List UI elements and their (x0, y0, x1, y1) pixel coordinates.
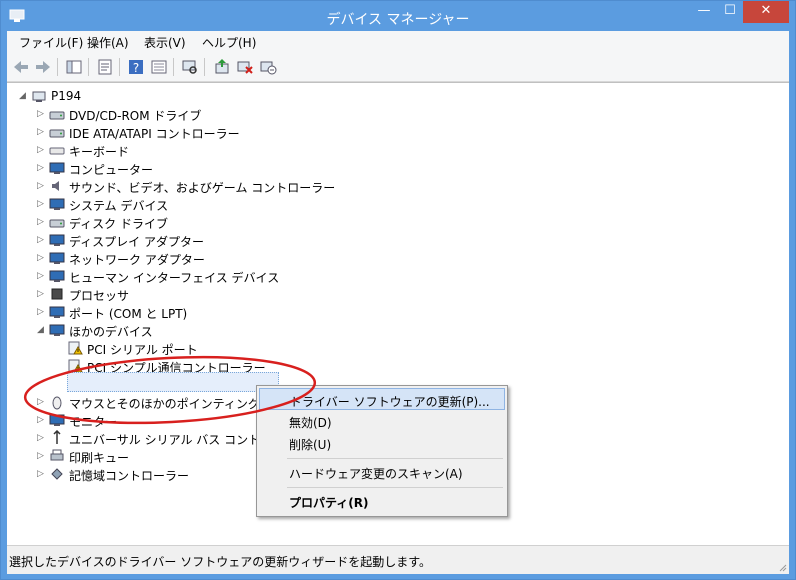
expand-arrow-icon[interactable]: ▷ (37, 125, 47, 139)
status-bar: 選択したデバイスのドライバー ソフトウェアの更新ウィザードを起動します。 (7, 545, 789, 574)
expand-arrow-icon[interactable]: ▷ (37, 215, 47, 229)
expand-arrow-icon[interactable]: ▷ (37, 449, 47, 463)
expand-arrow-icon[interactable]: ▷ (37, 251, 47, 265)
tree-item-label: サウンド、ビデオ、およびゲーム コントローラー (69, 181, 336, 195)
context-item-update-driver[interactable]: ドライバー ソフトウェアの更新(P)... (259, 388, 505, 410)
expand-arrow-icon[interactable]: ▷ (37, 143, 47, 157)
window-title: デバイス マネージャー (326, 12, 470, 28)
context-menu: ドライバー ソフトウェアの更新(P)... 無効(D) 削除(U) ハードウェア… (256, 385, 508, 517)
title-bar[interactable]: デバイス マネージャー — ☐ ✕ (1, 1, 795, 31)
context-item-disable[interactable]: 無効(D) (259, 410, 505, 432)
device-category-icon (52, 396, 62, 410)
device-category-icon (49, 111, 65, 120)
resize-grip-icon[interactable] (777, 562, 787, 572)
tree-item-label: IDE ATA/ATAPI コントローラー (69, 127, 240, 141)
expand-arrow-icon[interactable]: ▷ (37, 431, 47, 445)
expand-arrow-icon[interactable]: ▷ (37, 197, 47, 211)
tree-item-label: 印刷キュー (69, 451, 130, 465)
expand-arrow-icon[interactable]: ▷ (37, 413, 47, 427)
device-category-icon (49, 162, 65, 174)
device-category-icon (49, 198, 65, 210)
tree-item-label: P194 (51, 89, 82, 103)
tree-item-label: キーボード (69, 145, 130, 159)
device-category-icon (49, 414, 65, 426)
uninstall-icon[interactable] (236, 58, 254, 76)
collapse-arrow-icon[interactable]: ◢ (19, 89, 29, 103)
tree-item-label: コンピューター (69, 163, 154, 177)
expand-arrow-icon (55, 341, 65, 355)
device-category-icon (53, 430, 61, 444)
device-category-icon (49, 306, 65, 318)
properties-icon[interactable] (96, 58, 114, 76)
menu-action[interactable]: 操作(A) (87, 34, 129, 51)
expand-arrow-icon[interactable]: ▷ (37, 107, 47, 121)
device-category-icon (49, 219, 65, 228)
context-item-label: ハードウェア変更のスキャン(A) (289, 467, 463, 481)
context-item-scan[interactable]: ハードウェア変更のスキャン(A) (259, 461, 505, 483)
update-driver-icon[interactable] (213, 58, 231, 76)
disable-icon[interactable] (259, 58, 277, 76)
minimize-button[interactable]: — (691, 1, 717, 23)
device-category-icon (51, 468, 63, 480)
show-hide-tree-icon[interactable] (65, 58, 83, 76)
tree-item-label: ディスプレイ アダプター (69, 235, 204, 249)
device-category-icon (32, 91, 46, 102)
maximize-button[interactable]: ☐ (717, 1, 743, 23)
expand-arrow-icon (55, 359, 65, 373)
help-icon[interactable]: ? (127, 58, 145, 76)
view-toggle-icon[interactable] (150, 58, 168, 76)
status-text: 選択したデバイスのドライバー ソフトウェアの更新ウィザードを起動します。 (9, 555, 432, 569)
tree-item-label: プロセッサ (69, 289, 130, 303)
context-separator (287, 458, 503, 459)
tree-item-label: ヒューマン インターフェイス デバイス (69, 271, 280, 285)
tree-item-label: ディスク ドライブ (69, 217, 168, 231)
tree-item-label: モニター (69, 415, 118, 429)
tree-item-label: 記憶域コントローラー (69, 469, 190, 483)
tree-item-label: ネットワーク アダプター (69, 253, 205, 267)
menu-bar: ファイル(F) 操作(A) 表示(V) ヘルプ(H) (7, 31, 789, 53)
tree-item-label: DVD/CD-ROM ドライブ (69, 109, 202, 123)
menu-file[interactable]: ファイル(F) (19, 34, 83, 51)
expand-arrow-icon (55, 377, 65, 391)
toolbar: ? (7, 53, 789, 82)
expand-arrow-icon[interactable]: ▷ (37, 287, 47, 301)
context-item-label: プロパティ(R) (289, 496, 369, 510)
collapse-arrow-icon[interactable]: ◢ (37, 323, 47, 337)
context-item-label: ドライバー ソフトウェアの更新(P)... (290, 395, 490, 409)
device-category-icon (51, 288, 63, 300)
close-button[interactable]: ✕ (743, 1, 789, 23)
menu-help[interactable]: ヘルプ(H) (202, 34, 256, 51)
device-category-icon (49, 324, 65, 336)
expand-arrow-icon[interactable]: ▷ (37, 395, 47, 409)
context-separator (287, 487, 503, 488)
selected-device-highlight (67, 372, 279, 392)
scan-hardware-icon[interactable] (181, 58, 199, 76)
expand-arrow-icon[interactable]: ▷ (37, 233, 47, 247)
menu-view[interactable]: 表示(V) (144, 34, 186, 51)
device-category-icon (49, 252, 65, 264)
expand-arrow-icon[interactable]: ▷ (37, 467, 47, 481)
context-item-uninstall[interactable]: 削除(U) (259, 432, 505, 454)
expand-arrow-icon[interactable]: ▷ (37, 305, 47, 319)
device-category-icon (49, 234, 65, 246)
expand-arrow-icon[interactable]: ▷ (37, 179, 47, 193)
device-category-icon (49, 270, 65, 282)
tree-item-label: ポート (COM と LPT) (69, 307, 188, 321)
device-category-icon (52, 181, 59, 191)
forward-arrow-icon[interactable] (34, 58, 52, 76)
context-item-label: 削除(U) (289, 438, 332, 452)
tree-item-label: システム デバイス (69, 199, 169, 213)
tree-item-label: ほかのデバイス (69, 325, 153, 339)
svg-text:?: ? (133, 61, 139, 75)
device-category-icon (49, 147, 65, 155)
context-item-properties[interactable]: プロパティ(R) (259, 490, 505, 512)
back-arrow-icon[interactable] (12, 58, 30, 76)
expand-arrow-icon[interactable]: ▷ (37, 269, 47, 283)
context-item-label: 無効(D) (289, 416, 332, 430)
device-category-icon (49, 129, 65, 138)
expand-arrow-icon[interactable]: ▷ (37, 161, 47, 175)
warning-device-icon (68, 341, 83, 355)
tree-item-label: PCI シリアル ポート (87, 343, 198, 357)
device-category-icon (50, 449, 64, 461)
